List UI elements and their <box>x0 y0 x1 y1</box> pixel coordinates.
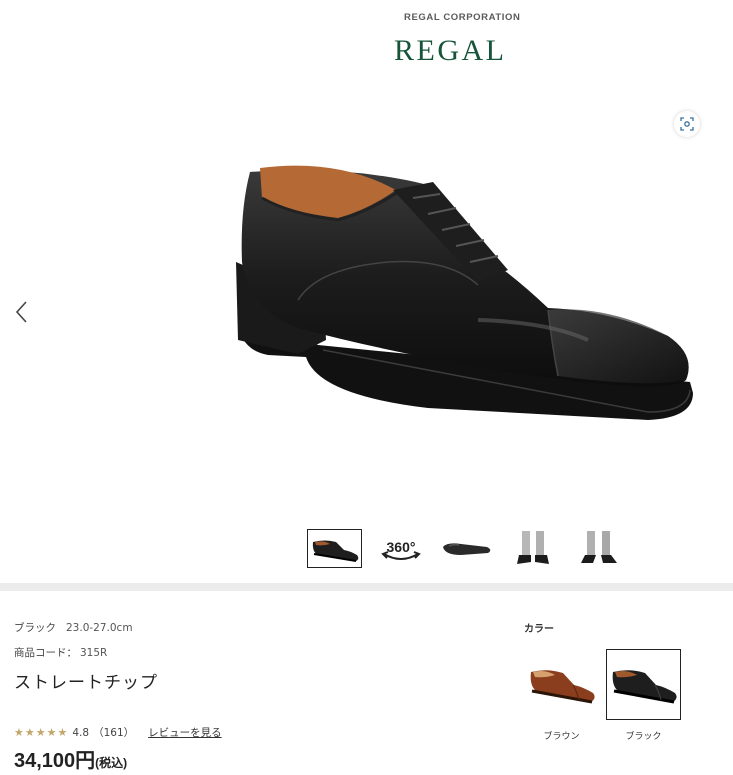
star-icon: ★ <box>35 726 46 739</box>
worn-shoes-side-icon <box>580 530 617 563</box>
color-option-label-black: ブラック <box>625 732 662 742</box>
size-range: 23.0-27.0cm <box>66 622 133 634</box>
product-code-label: 商品コード： <box>14 647 77 659</box>
rating-row: ★ ★ ★ ★ ★ 4.8 （161） レビューを見る <box>14 725 222 740</box>
section-divider <box>0 583 733 591</box>
rotate-360-icon: 360° <box>380 539 421 560</box>
star-icon: ★ <box>57 726 68 739</box>
color-option-black[interactable] <box>606 649 681 720</box>
price: 34,100円(税込) <box>14 744 127 773</box>
view-reviews-link[interactable]: レビューを見る <box>148 725 222 740</box>
shoe-thumbnail-icon <box>312 540 358 562</box>
star-icon: ★ <box>24 726 35 739</box>
color-heading: カラー <box>524 624 554 635</box>
thumbnail-worn-front[interactable] <box>505 529 560 568</box>
black-shoe-image <box>612 669 677 703</box>
rating-score: 4.8 <box>72 726 90 739</box>
color-option-brown[interactable] <box>524 649 599 720</box>
svg-text:360°: 360° <box>386 539 415 555</box>
color-size-line: ブラック 23.0-27.0cm <box>14 620 133 635</box>
brand-corporation: REGAL CORPORATION <box>404 12 521 23</box>
main-product-image[interactable] <box>228 150 698 425</box>
previous-image-button[interactable] <box>10 297 32 327</box>
thumbnail-worn-side[interactable] <box>571 529 626 568</box>
chevron-left-icon <box>15 301 27 323</box>
shoe-sole-icon <box>442 542 490 555</box>
star-icon: ★ <box>46 726 57 739</box>
thumbnail-360-view[interactable]: 360° <box>373 529 428 568</box>
zoom-icon <box>680 117 694 131</box>
review-count: （161） <box>93 727 135 739</box>
zoom-button[interactable] <box>674 111 700 137</box>
product-name: ストレートチップ <box>14 673 158 693</box>
price-value: 34,100円 <box>14 750 96 772</box>
brown-shoe-image <box>530 669 595 703</box>
rating-stars: ★ ★ ★ ★ ★ <box>14 727 67 738</box>
thumbnail-side-view[interactable] <box>307 529 362 568</box>
brand-logo[interactable]: REGAL <box>394 34 507 68</box>
worn-shoes-icon <box>516 530 549 564</box>
product-color: ブラック <box>14 622 56 634</box>
star-icon: ★ <box>14 726 24 739</box>
tax-label: (税込) <box>95 756 128 770</box>
thumbnail-strip: 360° <box>307 529 626 568</box>
color-option-label-brown: ブラウン <box>543 732 580 742</box>
product-code: 315R <box>80 647 108 659</box>
thumbnail-sole-view[interactable] <box>439 529 494 568</box>
product-code-line: 商品コード： 315R <box>14 645 107 660</box>
